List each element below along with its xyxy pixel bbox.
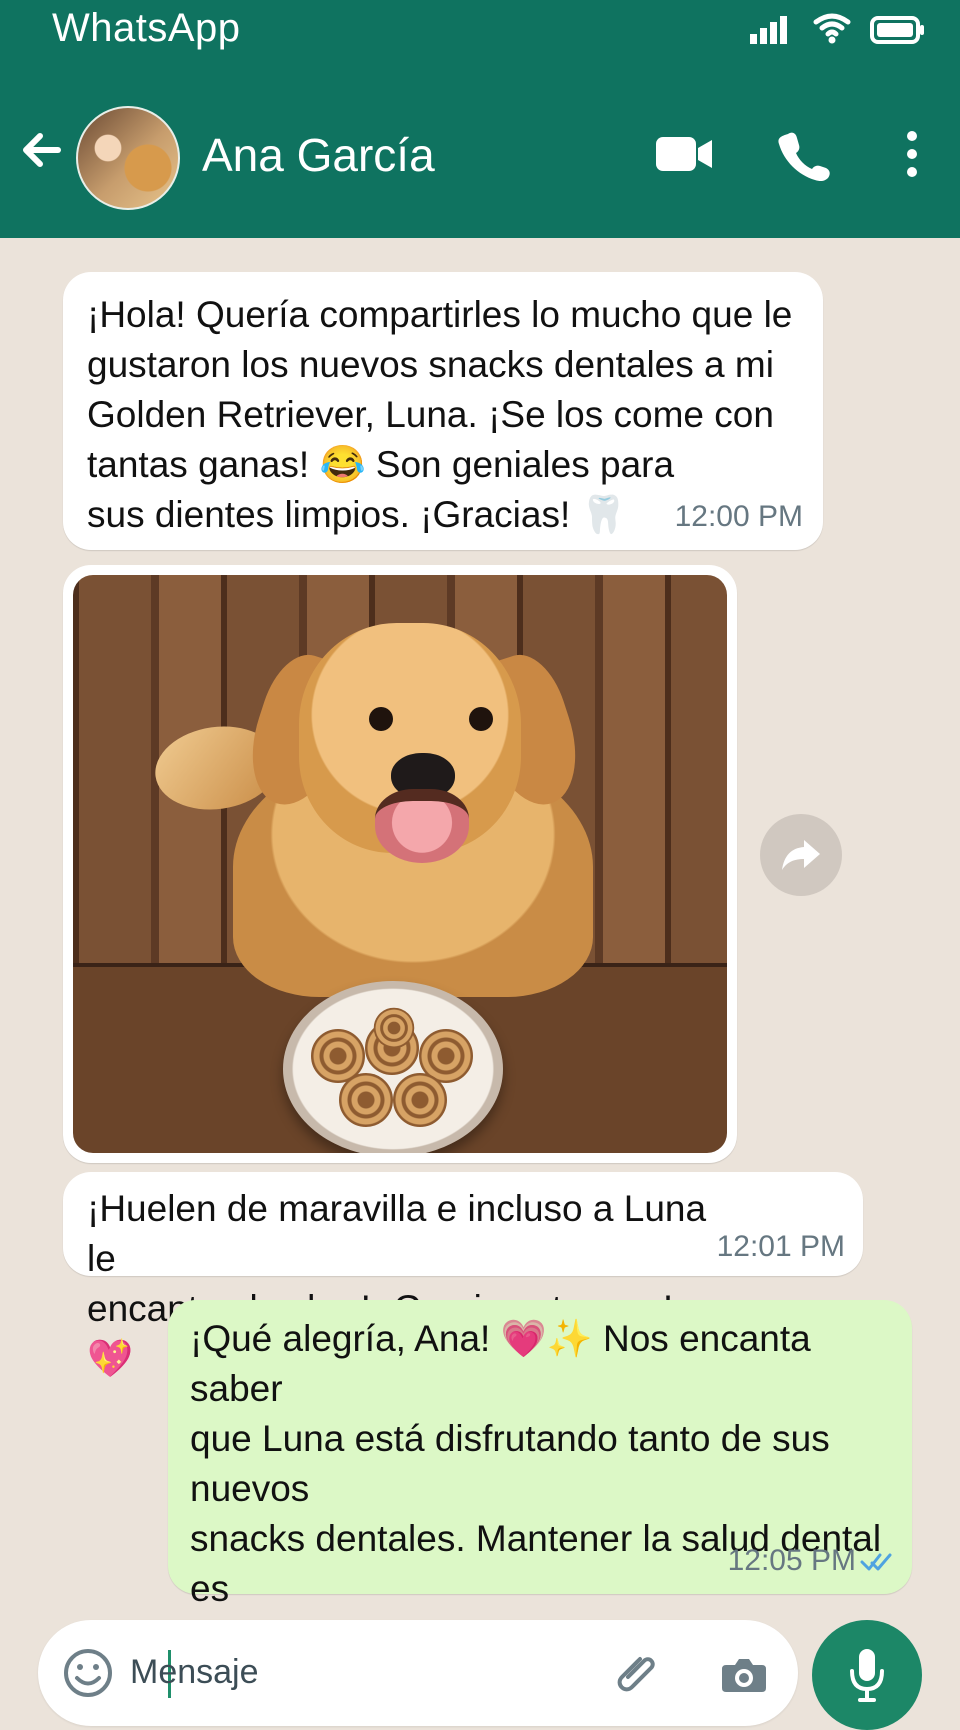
battery-icon	[870, 16, 926, 44]
incoming-image-message[interactable]	[63, 565, 737, 1163]
incoming-message-2[interactable]: ¡Huelen de maravilla e incluso a Luna le…	[63, 1172, 863, 1379]
phone-call-icon[interactable]	[774, 128, 832, 182]
avatar[interactable]	[76, 106, 180, 210]
message-time-3: 12:05 PM	[727, 1544, 856, 1577]
forward-button[interactable]	[760, 814, 842, 896]
emoji-icon[interactable]	[62, 1647, 114, 1699]
contact-name[interactable]: Ana García	[202, 128, 435, 182]
status-app-name: WhatsApp	[52, 6, 241, 50]
message-input-container[interactable]	[38, 1620, 798, 1726]
dog-photo[interactable]	[73, 575, 727, 1153]
dog-left-eye	[369, 707, 393, 731]
incoming-message-1[interactable]: ¡Hola! Quería compartirles lo mucho que …	[63, 272, 823, 550]
video-call-icon[interactable]	[654, 128, 716, 180]
wifi-icon	[812, 12, 852, 44]
dog-right-eye	[469, 707, 493, 731]
message-composer	[0, 1620, 960, 1730]
status-bar: WhatsApp	[0, 0, 960, 60]
message-input[interactable]	[130, 1646, 560, 1698]
microphone-button[interactable]	[812, 1620, 922, 1730]
status-icons	[750, 12, 926, 44]
back-arrow-icon[interactable]	[16, 124, 68, 176]
chat-header: Ana García	[0, 60, 960, 238]
dental-snack	[339, 1073, 393, 1127]
message-time-1: 12:00 PM	[674, 500, 803, 533]
camera-icon[interactable]	[718, 1648, 770, 1700]
snack-plate	[283, 981, 503, 1153]
dog-tongue	[375, 789, 469, 863]
attachment-icon[interactable]	[610, 1647, 662, 1699]
microphone-icon	[847, 1647, 887, 1703]
outgoing-message-1[interactable]: ¡Qué alegría, Ana! 💗✨ Nos encanta saber …	[168, 1300, 912, 1730]
dental-snack	[393, 1073, 447, 1127]
message-time-2: 12:01 PM	[716, 1230, 845, 1263]
signal-icon	[750, 16, 794, 44]
more-options-icon[interactable]	[892, 128, 932, 180]
double-check-icon	[860, 1550, 894, 1574]
dental-snack	[373, 1007, 415, 1049]
